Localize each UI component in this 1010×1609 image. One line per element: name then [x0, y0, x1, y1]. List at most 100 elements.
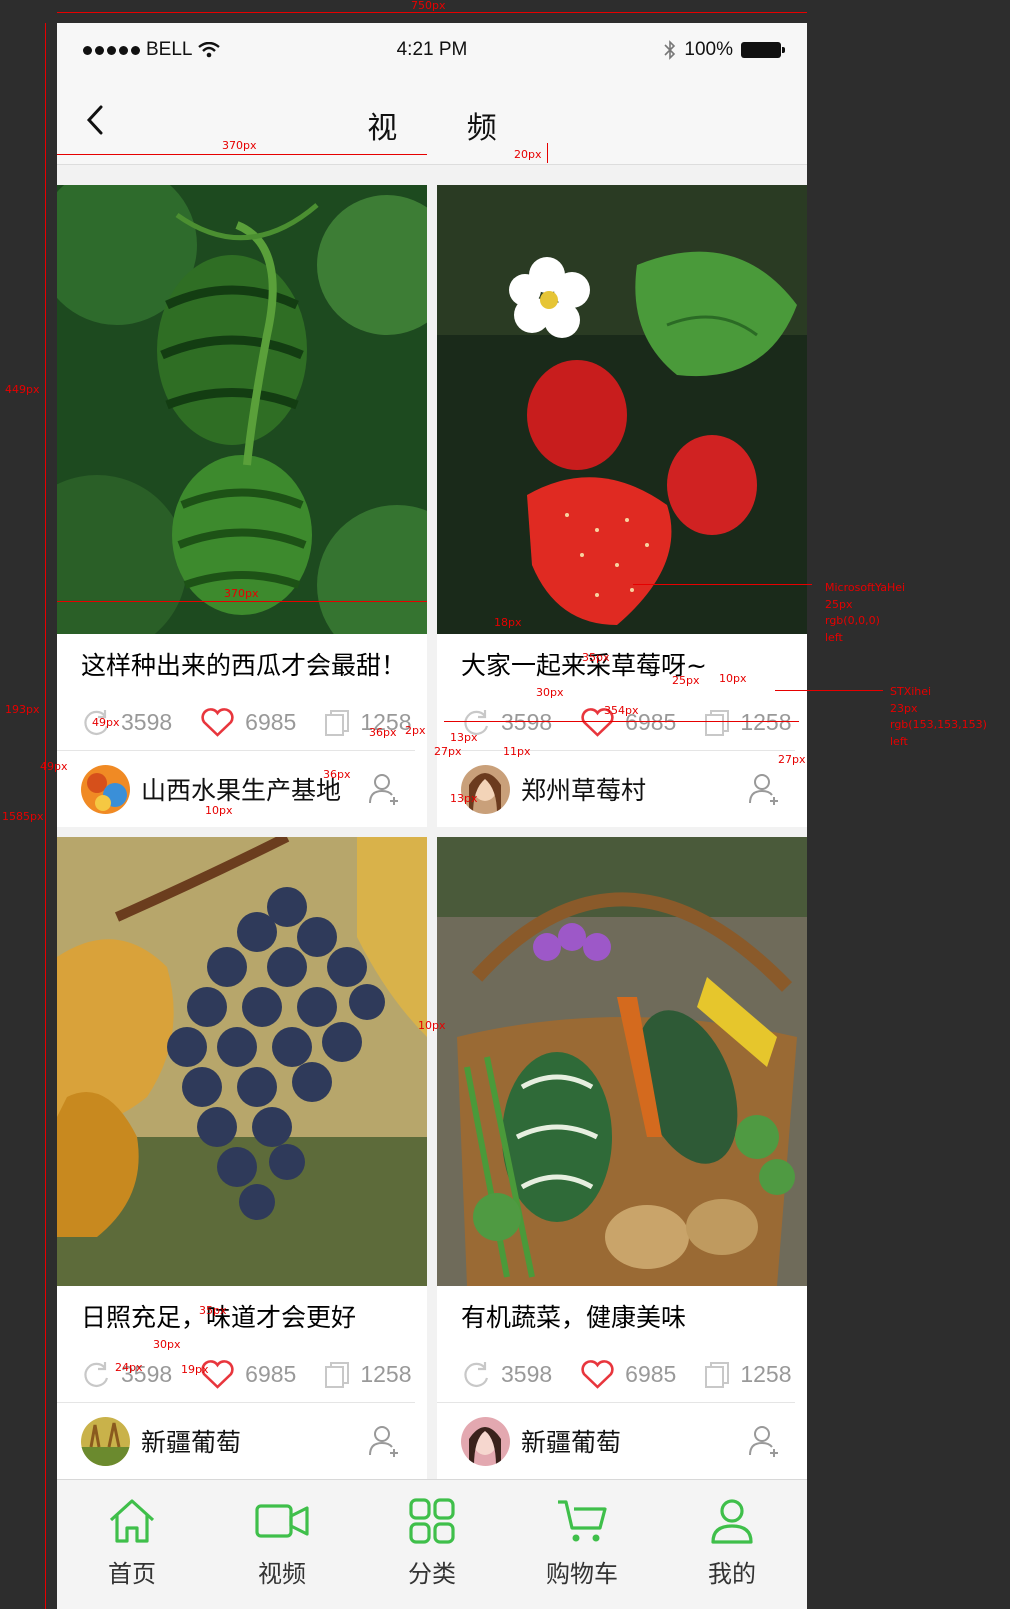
copy-icon — [325, 1361, 350, 1388]
tab-home[interactable]: 首页 — [57, 1480, 207, 1609]
width-label: 750px — [411, 0, 446, 12]
watermelon-thumbnail[interactable] — [57, 185, 427, 634]
tab-profile[interactable]: 我的 — [657, 1480, 807, 1609]
avatar[interactable] — [81, 1416, 130, 1466]
like-stat[interactable]: 6985 — [200, 707, 297, 738]
card-title: 日照充足，味道才会更好 — [81, 1303, 357, 1332]
like-count: 6985 — [245, 709, 297, 735]
tab-bar: 首页 视频 分类 购物车 我的 — [57, 1479, 807, 1609]
card-title: 这样种出来的西瓜才会最甜！ — [81, 651, 407, 680]
user-top-pad-label: 13px — [450, 731, 478, 744]
card-stats: 3598 6985 1258 — [437, 1347, 795, 1403]
share-count: 3598 — [501, 1361, 553, 1387]
battery-percent: 100% — [684, 39, 733, 60]
avatar-height-label: 49px — [40, 760, 68, 773]
add-user-icon[interactable] — [367, 1423, 403, 1459]
tab-category[interactable]: 分类 — [357, 1480, 507, 1609]
divider-width-label: 354px — [604, 704, 639, 717]
phone-screen: BELL 4:21 PM 100% 视 频 这样种出来的西瓜才会最甜！ 3598… — [57, 23, 807, 1609]
card-title: 大家一起来采草莓呀~ — [461, 651, 707, 680]
card-user[interactable]: 新疆葡萄 — [57, 1403, 427, 1479]
tab-label: 分类 — [408, 1560, 456, 1588]
vegetables-thumbnail[interactable] — [437, 837, 807, 1286]
like-count: 6985 — [625, 1361, 677, 1387]
info-height-label: 193px — [5, 703, 40, 716]
avatar-gap-label: 11px — [503, 745, 531, 758]
status-bar: BELL 4:21 PM 100% — [57, 23, 807, 75]
user-name[interactable]: 郑州草莓村 — [521, 771, 646, 807]
follow-gap-label: 2px — [405, 724, 426, 737]
card-height-label: 1585px — [2, 810, 44, 823]
video-card[interactable]: 大家一起来采草莓呀~ 3598 6985 1258 郑州草莓村 — [437, 185, 807, 827]
home-icon — [109, 1499, 155, 1543]
user-bottom-label: 13px — [450, 792, 478, 805]
video-card[interactable]: 日照充足，味道才会更好 3598 6985 1258 新疆葡萄 — [57, 837, 427, 1479]
stat-gap-label: 25px — [672, 674, 700, 687]
follow-size-label: 36px — [369, 726, 397, 739]
copy-stat[interactable]: 1258 — [704, 709, 792, 737]
card-user[interactable]: 新疆葡萄 — [437, 1403, 807, 1479]
add-user-icon[interactable] — [747, 771, 783, 807]
add-user-icon[interactable] — [367, 771, 403, 807]
video-card[interactable]: 有机蔬菜，健康美味 3598 6985 1258 新疆葡萄 — [437, 837, 807, 1479]
user-icon — [711, 1499, 753, 1544]
copy-icon — [325, 709, 350, 736]
icon-width-label-2: 35px — [199, 1304, 227, 1317]
add-user-icon[interactable] — [747, 1423, 783, 1459]
share-stat[interactable]: 3598 — [461, 1360, 552, 1390]
title-font-size: 25px — [825, 597, 853, 611]
stat-font-align: left — [890, 734, 908, 748]
copy-stat[interactable]: 1258 — [324, 709, 412, 737]
image-height-label: 449px — [5, 383, 40, 396]
avatar[interactable] — [461, 764, 510, 814]
like-count: 6985 — [245, 1361, 297, 1387]
tab-cart[interactable]: 购物车 — [507, 1480, 657, 1609]
copy-icon — [705, 709, 730, 736]
icon-text-gap-label: 10px — [719, 672, 747, 685]
strawberry-thumbnail[interactable] — [437, 185, 807, 634]
copy-count: 1258 — [740, 709, 792, 735]
stat-font-size: 23px — [890, 701, 918, 715]
user-name[interactable]: 山西水果生产基地 — [141, 771, 341, 807]
refresh-icon — [464, 1361, 489, 1387]
card-user[interactable]: 山西水果生产基地 — [57, 751, 427, 827]
copy-count: 1258 — [360, 1361, 412, 1387]
avatar[interactable] — [461, 1416, 510, 1466]
icon-width-label: 35px — [582, 651, 610, 664]
battery-icon — [741, 42, 785, 58]
share-count: 3598 — [501, 709, 553, 735]
user-left-label: 27px — [434, 745, 462, 758]
tab-label: 首页 — [108, 1560, 156, 1588]
tab-video[interactable]: 视频 — [207, 1480, 357, 1609]
copy-icon — [705, 1361, 730, 1388]
title-font-color: rgb(0,0,0) — [825, 614, 880, 627]
copy-stat[interactable]: 1258 — [324, 1361, 412, 1389]
user-name[interactable]: 新疆葡萄 — [521, 1423, 621, 1459]
card-width-label: 370px — [222, 139, 257, 152]
icon-height-label: 30px — [536, 686, 564, 699]
like-stat[interactable]: 6985 — [580, 1359, 677, 1390]
title-callout-line — [633, 584, 812, 585]
icon-height-label-2: 30px — [153, 1338, 181, 1351]
height-dimension-line — [45, 23, 46, 1609]
follow-height-label: 36px — [323, 768, 351, 781]
heart-icon — [201, 707, 234, 737]
tab-label: 视频 — [258, 1560, 306, 1588]
image-width-label: 370px — [224, 587, 259, 600]
stat-callout-line — [775, 690, 883, 691]
stat-bottom-label: 19px — [181, 1363, 209, 1376]
card-user[interactable]: 郑州草莓村 — [437, 751, 807, 827]
title-font-spec: MicrosoftYaHei 25px rgb(0,0,0) left — [825, 580, 905, 646]
title-gap-label: 18px — [494, 616, 522, 629]
page-title: 视 频 — [367, 111, 527, 146]
user-name[interactable]: 新疆葡萄 — [141, 1423, 241, 1459]
copy-stat[interactable]: 1258 — [704, 1361, 792, 1389]
copy-count: 1258 — [740, 1361, 792, 1387]
like-stat[interactable]: 6985 — [200, 1359, 297, 1390]
avatar[interactable] — [81, 764, 130, 814]
grid-icon — [409, 1498, 455, 1544]
width-dimension-line — [57, 12, 807, 13]
stat-font-name: STXihei — [890, 685, 932, 698]
heart-icon — [581, 1359, 614, 1389]
grapes-thumbnail[interactable] — [57, 837, 427, 1286]
